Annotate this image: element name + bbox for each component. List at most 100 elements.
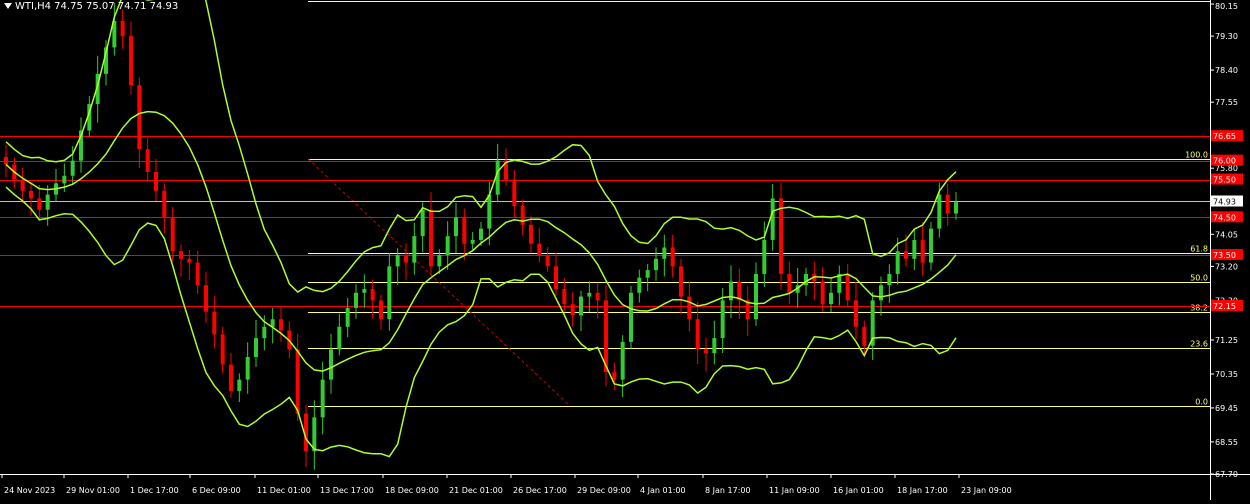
candle-body: [662, 247, 667, 259]
x-tick-label: 4 Jan 01:00: [640, 486, 686, 495]
candle-body: [770, 198, 775, 240]
fibo-level-label: 23.6: [1190, 340, 1208, 349]
candle-body: [4, 156, 8, 165]
y-tick-label: 70.35: [1215, 370, 1238, 379]
level-price-tag-text: 74.50: [1213, 213, 1236, 222]
chart-title: WTI,H4 74.75 75.07 74.71 74.93: [4, 1, 178, 12]
candle-body: [787, 273, 792, 293]
candle-body: [712, 338, 717, 354]
candle-body: [637, 277, 642, 293]
y-tick-label: 71.25: [1215, 336, 1238, 345]
fibo-level-label: 50.0: [1190, 274, 1208, 283]
candle-body: [762, 239, 767, 274]
fibo-level-label: 100.0: [1185, 151, 1208, 160]
y-tick-label: 78.40: [1215, 66, 1238, 75]
candle-body: [470, 239, 475, 244]
x-tick-label: 11 Jan 09:00: [769, 486, 820, 495]
y-tick-label: 77.55: [1215, 98, 1238, 107]
candle-body: [929, 228, 933, 263]
candle-body: [479, 228, 483, 240]
candle-body: [695, 319, 700, 350]
candle-body: [862, 326, 867, 346]
candle-body: [179, 251, 183, 259]
candle-body: [29, 190, 33, 199]
candle-body: [62, 175, 67, 184]
candle-body: [212, 311, 217, 335]
x-tick-label: 13 Dec 17:00: [320, 486, 374, 495]
level-price-tag-text: 76.65: [1213, 132, 1236, 141]
candle-body: [670, 247, 675, 267]
candle-body: [754, 273, 758, 320]
candle-body: [362, 289, 367, 293]
candle-body: [920, 239, 925, 263]
candle-body: [954, 202, 958, 214]
fibo-level-label: 0.0: [1195, 398, 1208, 407]
candle-body: [37, 198, 42, 210]
candle-body: [162, 190, 167, 218]
x-tick-label: 23 Jan 09:00: [961, 486, 1012, 495]
candle-body: [945, 194, 950, 214]
dropdown-triangle-icon: [4, 3, 12, 9]
level-price-tag-text: 75.50: [1213, 176, 1236, 185]
x-tick-label: 24 Nov 2023: [4, 486, 55, 495]
candle-body: [887, 273, 892, 286]
candle-body: [462, 217, 467, 244]
chart-canvas: 100.0 61.8 50.0 38.2 23.6 0.0 80.15 79.30 78.40 7…: [0, 0, 1250, 500]
y-tick-label: 73.20: [1215, 262, 1238, 271]
candle-body: [904, 251, 908, 259]
candle-body: [170, 217, 175, 252]
candle-body: [312, 417, 317, 452]
candle-body: [620, 341, 625, 380]
x-tick-label: 21 Dec 01:00: [449, 486, 503, 495]
level-price-tag-text: 73.50: [1213, 251, 1236, 260]
candle-body: [554, 266, 558, 290]
candle-body: [704, 349, 708, 354]
candle-body: [229, 364, 233, 391]
candle-body: [545, 255, 550, 267]
candle-body: [412, 236, 417, 263]
candle-body: [220, 334, 225, 365]
candle-body: [645, 270, 650, 278]
candle-body: [204, 285, 208, 312]
candle-body: [437, 255, 442, 267]
candle-body: [279, 319, 283, 331]
candle-body: [720, 300, 725, 339]
candle-body: [320, 379, 325, 418]
candle-body: [20, 179, 25, 191]
candle-body: [579, 296, 583, 316]
y-tick-label: 69.45: [1215, 404, 1238, 413]
candle-body: [829, 292, 833, 305]
candle-body: [395, 255, 400, 267]
candle-body: [187, 258, 192, 263]
candle-body: [387, 266, 392, 320]
x-tick-label: 1 Dec 17:00: [130, 486, 179, 495]
candle-body: [379, 300, 383, 320]
candle-body: [654, 258, 658, 271]
candle-body: [854, 300, 858, 327]
candle-body: [404, 255, 408, 263]
y-tick-label: 74.05: [1215, 230, 1238, 239]
x-tick-label: 16 Jan 01:00: [833, 486, 884, 495]
candle-body: [895, 251, 900, 274]
candle-body: [612, 372, 617, 380]
y-tick-label: 79.30: [1215, 32, 1238, 41]
candle-body: [137, 85, 142, 150]
candle-body: [529, 224, 533, 244]
x-tick-label: 29 Dec 09:00: [577, 486, 631, 495]
candle-body: [345, 307, 350, 327]
x-tick-label: 26 Dec 17:00: [513, 486, 567, 495]
current-price-tag-text: 74.93: [1213, 198, 1236, 207]
candle-body: [145, 149, 150, 172]
candle-body: [570, 304, 575, 316]
candle-body: [120, 20, 125, 37]
candle-body: [562, 289, 567, 305]
y-tick-label: 80.15: [1215, 2, 1238, 11]
bollinger-upper-band: [5, 0, 957, 293]
price-chart[interactable]: 100.0 61.8 50.0 38.2 23.6 0.0 80.15 79.30 78.40 7…: [0, 0, 1250, 500]
candle-body: [629, 292, 633, 342]
level-price-tag-text: 76.00: [1213, 157, 1236, 166]
candle-body: [237, 379, 242, 391]
candle-body: [687, 296, 692, 320]
candle-body: [454, 217, 458, 237]
candle-body: [512, 179, 517, 206]
